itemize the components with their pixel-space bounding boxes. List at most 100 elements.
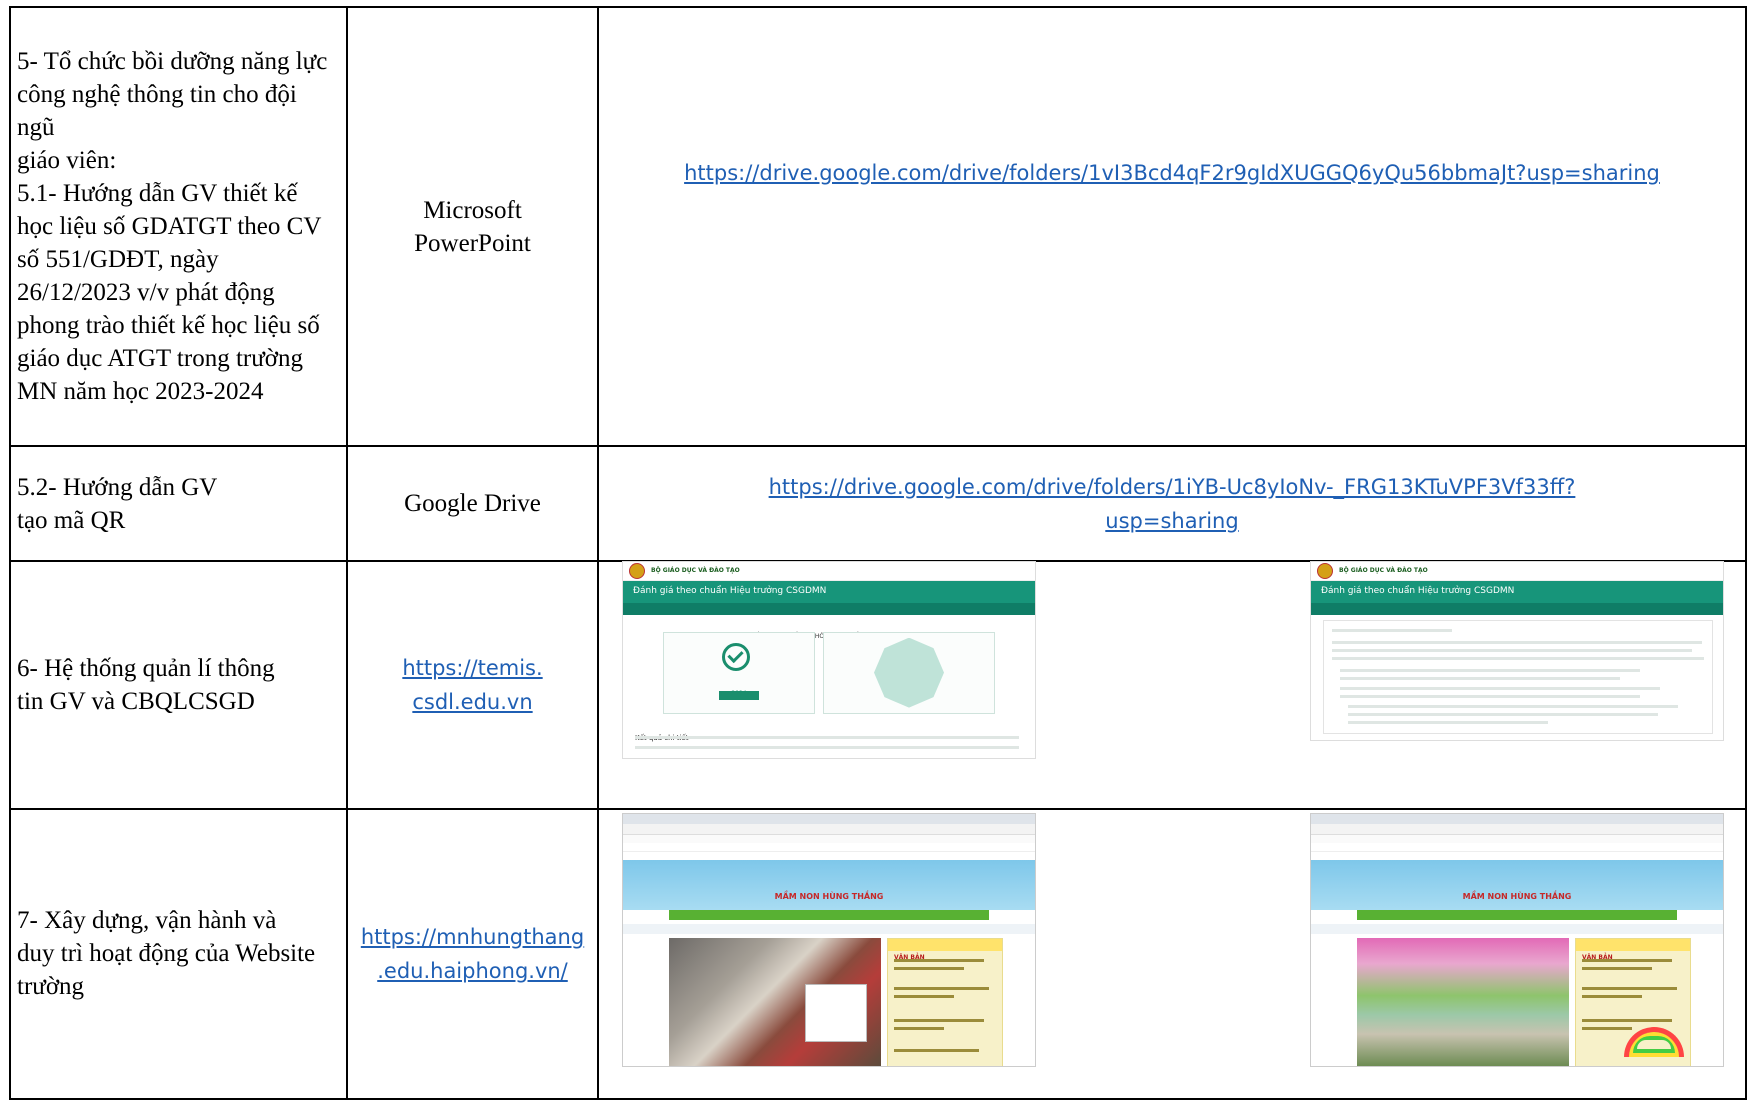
info-bar — [1311, 842, 1723, 852]
text-line: trường — [17, 973, 85, 1001]
text-placeholder — [1582, 986, 1677, 990]
site-menu — [1357, 909, 1677, 920]
tool-name: PowerPoint — [414, 229, 531, 257]
text-placeholder — [1348, 704, 1678, 708]
drive-link-cont[interactable]: usp=sharing — [599, 504, 1745, 538]
news-photo — [1357, 937, 1569, 1066]
documents-panel: VĂN BẢN — [1575, 937, 1691, 1066]
bookmarks-bar — [1311, 834, 1723, 843]
drive-link[interactable]: https://drive.google.com/drive/folders/1… — [684, 161, 1660, 185]
text-placeholder — [1582, 958, 1672, 962]
row3-description: 6- Hệ thống quản lí thông tin GV và CBQL… — [9, 559, 348, 810]
content-panel — [1323, 619, 1713, 734]
banner-title: MẦM NON HÙNG THẮNG — [1462, 891, 1572, 901]
text-placeholder — [894, 958, 984, 962]
text-placeholder — [894, 994, 954, 998]
text-placeholder — [1582, 1026, 1632, 1030]
banner-title: MẦM NON HÙNG THẮNG — [774, 891, 884, 901]
view-button — [719, 690, 759, 700]
text-line: 6- Hệ thống quản lí thông — [17, 654, 275, 682]
panel-header: VĂN BẢN — [888, 938, 1002, 961]
temis-screenshot-1: BỘ GIÁO DỤC VÀ ĐÀO TẠO Đánh giá theo chu… — [623, 561, 1035, 758]
score-card: 2024 — [663, 631, 815, 714]
row2-evidence: https://drive.google.com/drive/folders/1… — [597, 445, 1747, 562]
text-placeholder — [1340, 694, 1640, 698]
text-line: phong trào thiết kế học liệu số — [17, 312, 320, 340]
text-line: số 551/GDĐT, ngày — [17, 246, 219, 274]
temis-link[interactable]: https://temis. — [348, 651, 597, 685]
row1-description: 5- Tổ chức bồi dưỡng năng lực công nghệ … — [9, 5, 348, 448]
tool-name: Microsoft — [423, 196, 522, 224]
documents-panel: VĂN BẢN — [887, 937, 1003, 1066]
row3-evidence: BỘ GIÁO DỤC VÀ ĐÀO TẠO Đánh giá theo chu… — [597, 559, 1747, 810]
text-placeholder — [1582, 1018, 1672, 1022]
bookmarks-bar — [623, 834, 1035, 843]
text-placeholder — [1582, 994, 1642, 998]
tool-name: Google Drive — [404, 490, 541, 518]
temis-link-cont[interactable]: csdl.edu.vn — [348, 685, 597, 719]
table-row: 6- Hệ thống quản lí thông tin GV và CBQL… — [9, 559, 1747, 810]
text-placeholder — [894, 966, 964, 970]
result-row — [635, 745, 1019, 749]
text-line: MN năm học 2023-2024 — [17, 378, 264, 406]
text-line: 7- Xây dựng, vận hành và — [17, 907, 277, 935]
drive-link[interactable]: https://drive.google.com/drive/folders/1… — [599, 470, 1745, 504]
text-placeholder — [894, 1048, 979, 1052]
website-link-cont[interactable]: .edu.haiphong.vn/ — [348, 954, 597, 988]
website-screenshot-1: HAIPHONG-EDU MẦM NON HÙNG THẮNG VĂN BẢN — [623, 813, 1035, 1066]
result-row — [635, 735, 1019, 739]
text-placeholder — [894, 1026, 944, 1030]
info-bar — [623, 842, 1035, 852]
row4-tool: https://mnhungthang .edu.haiphong.vn/ — [346, 807, 599, 1100]
text-line: 5- Tổ chức bồi dưỡng năng lực — [17, 48, 328, 76]
row3-tool: https://temis. csdl.edu.vn — [346, 559, 599, 810]
search-strip — [1311, 923, 1723, 934]
row4-evidence: HAIPHONG-EDU MẦM NON HÙNG THẮNG VĂN BẢN — [597, 807, 1747, 1100]
text-placeholder — [1340, 676, 1620, 680]
page-heading: Đánh giá theo chuẩn Hiệu trưởng CSGDMN — [623, 580, 1035, 603]
text-line: tin GV và CBQLCSGD — [17, 687, 255, 715]
text-line: 5.1- Hướng dẫn GV thiết kế — [17, 180, 298, 208]
text-placeholder — [894, 986, 989, 990]
radar-chart — [874, 637, 944, 708]
text-line: tạo mã QR — [17, 506, 126, 534]
text-placeholder — [894, 1018, 984, 1022]
temis-screenshot-2: BỘ GIÁO DỤC VÀ ĐÀO TẠO Đánh giá theo chu… — [1311, 561, 1723, 740]
text-line: giáo viên: — [17, 147, 117, 175]
table-row: 7- Xây dựng, vận hành và duy trì hoạt độ… — [9, 807, 1747, 1100]
row2-tool: Google Drive — [346, 445, 599, 562]
text-placeholder — [1332, 648, 1692, 652]
text-placeholder — [1348, 712, 1658, 716]
page-heading: Đánh giá theo chuẩn Hiệu trưởng CSGDMN — [1311, 580, 1723, 603]
website-screenshot-2: HAIPHONG-EDU MẦM NON HÙNG THẮNG VĂN BẢN — [1311, 813, 1723, 1066]
panel-header: VĂN BẢN — [1576, 938, 1690, 961]
row4-description: 7- Xây dựng, vận hành và duy trì hoạt độ… — [9, 807, 348, 1100]
row1-evidence: https://drive.google.com/drive/folders/1… — [597, 5, 1747, 448]
site-menu — [669, 909, 989, 920]
rainbow-decoration — [1624, 1026, 1684, 1057]
notification-popup — [805, 983, 867, 1042]
text-placeholder — [1332, 656, 1704, 660]
text-placeholder — [1332, 628, 1452, 632]
text-placeholder — [1582, 966, 1652, 970]
text-line: 5.2- Hướng dẫn GV — [17, 473, 218, 501]
text-line: học liệu số GDATGT theo CV — [17, 213, 322, 241]
search-strip — [623, 923, 1035, 934]
row2-description: 5.2- Hướng dẫn GV tạo mã QR — [9, 445, 348, 562]
text-placeholder — [1348, 720, 1548, 724]
text-line: giáo dục ATGT trong trường — [17, 345, 303, 373]
text-line: ngũ — [17, 114, 55, 142]
text-line: 26/12/2023 v/v phát động — [17, 279, 275, 307]
check-icon — [722, 642, 750, 671]
radar-card — [823, 631, 995, 714]
text-line: công nghệ thông tin cho đội — [17, 81, 297, 109]
text-line: duy trì hoạt động của Website — [17, 940, 316, 968]
evidence-table: 5- Tổ chức bồi dưỡng năng lực công nghệ … — [9, 5, 1747, 1100]
table-row: 5.2- Hướng dẫn GV tạo mã QR Google Drive… — [9, 445, 1747, 562]
row1-tool: Microsoft PowerPoint — [346, 5, 599, 448]
text-placeholder — [1340, 686, 1660, 690]
text-placeholder — [1340, 668, 1640, 672]
address-bar — [1311, 823, 1723, 835]
text-placeholder — [1332, 640, 1702, 644]
website-link[interactable]: https://mnhungthang — [348, 920, 597, 954]
